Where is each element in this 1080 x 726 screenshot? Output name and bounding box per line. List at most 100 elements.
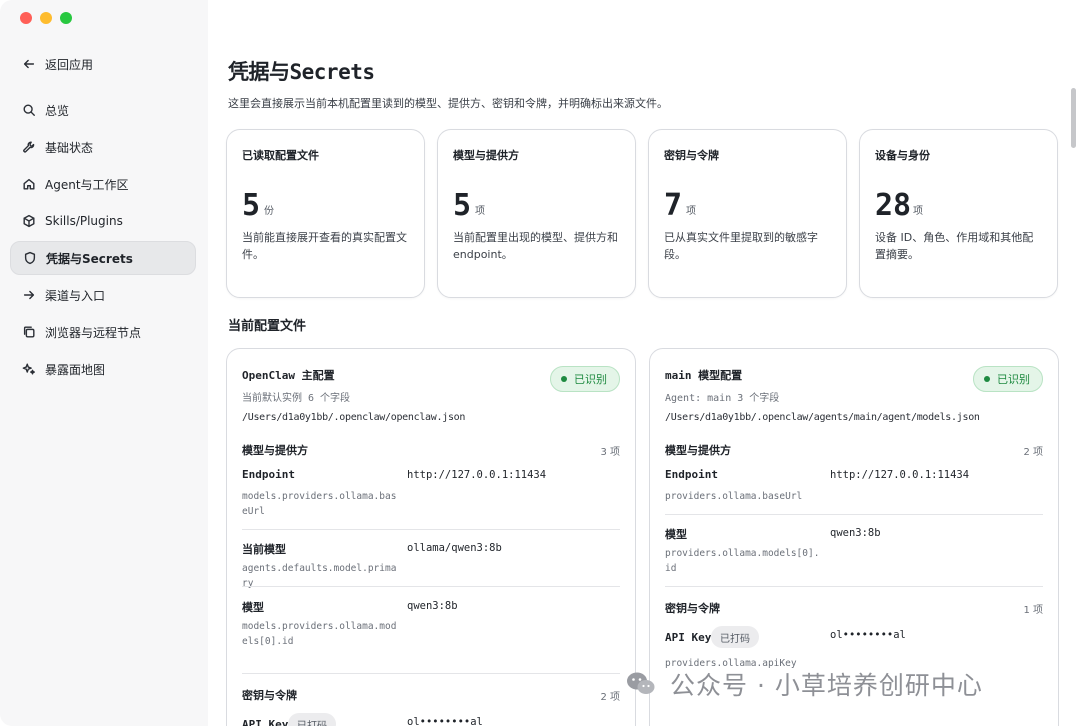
sidebar-item-label: Agent与工作区 [45, 177, 129, 192]
file-meta: Agent: main 3 个字段 [665, 393, 780, 404]
group-count: 2 项 [1023, 447, 1043, 458]
field-path: providers.ollama.baseUrl [665, 491, 803, 502]
copy-icon [22, 325, 36, 339]
divider [242, 586, 620, 587]
divider [242, 529, 620, 530]
status-badge: 已识别 [973, 366, 1043, 392]
sidebar-item-label: 浏览器与远程节点 [45, 325, 142, 340]
stat-unit: 项 [475, 206, 485, 217]
field-key: 当前模型 [242, 543, 286, 556]
page-title: 凭据与Secrets [228, 60, 375, 84]
group-title: 模型与提供方 [665, 444, 731, 457]
status-dot-icon [561, 376, 567, 382]
field-key: API Key [242, 718, 289, 726]
masked-tag: 已打码 [288, 713, 336, 726]
stat-description: 当前能直接展开查看的真实配置文件。 [242, 231, 407, 261]
stat-card-models-providers[interactable]: 模型与提供方 5 项 当前配置里出现的模型、提供方和 endpoint。 [437, 129, 636, 298]
watermark-text: 公众号 · 小草培养创研中心 [670, 671, 983, 700]
stat-value: 5 [453, 188, 472, 223]
group-count: 2 项 [600, 692, 620, 703]
stat-description: 当前配置里出现的模型、提供方和 endpoint。 [453, 231, 618, 261]
home-icon [22, 177, 36, 191]
sidebar-item-exposure-map[interactable]: 暴露面地图 [10, 352, 196, 386]
group-count: 1 项 [1023, 605, 1043, 616]
field-key: Endpoint [242, 468, 295, 481]
minimize-window-button[interactable] [40, 12, 52, 24]
file-path: /Users/d1a0y1bb/.openclaw/agents/main/ag… [665, 412, 980, 423]
sidebar-item-credentials-secrets[interactable]: 凭据与Secrets [10, 241, 196, 275]
file-name: OpenClaw 主配置 [242, 369, 335, 382]
field-key: Endpoint [665, 468, 718, 481]
divider [665, 586, 1043, 587]
section-title: 当前配置文件 [228, 319, 307, 334]
sidebar-item-channels[interactable]: 渠道与入口 [10, 278, 196, 312]
field-value: qwen3:8b [830, 527, 881, 539]
stat-card-config-files[interactable]: 已读取配置文件 5 份 当前能直接展开查看的真实配置文件。 [226, 129, 425, 298]
scrollbar[interactable] [1071, 88, 1076, 148]
package-icon [22, 214, 36, 228]
sidebar-item-basic-status[interactable]: 基础状态 [10, 130, 196, 164]
field-value: http://127.0.0.1:11434 [830, 469, 970, 481]
stat-card-keys-tokens[interactable]: 密钥与令牌 7 项 已从真实文件里提取到的敏感字段。 [648, 129, 847, 298]
sidebar-item-label: 暴露面地图 [45, 362, 106, 377]
sidebar-item-skills-plugins[interactable]: Skills/Plugins [10, 204, 196, 238]
group-title: 密钥与令牌 [242, 689, 297, 702]
stat-value: 28 [875, 188, 912, 223]
field-value: ol••••••••al [407, 716, 483, 726]
stat-value: 7 [664, 188, 683, 223]
page-description: 这里会直接展示当前本机配置里读到的模型、提供方、密钥和令牌，并明确标出来源文件。 [228, 97, 668, 110]
stat-unit: 项 [686, 206, 696, 217]
close-window-button[interactable] [20, 12, 32, 24]
sidebar-item-overview[interactable]: 总览 [10, 93, 196, 127]
field-path: models.providers.ollama.baseUrl [242, 491, 397, 517]
divider [242, 673, 620, 674]
field-path: models.providers.ollama.models[0].id [242, 621, 397, 647]
field-path: providers.ollama.models[0].id [665, 548, 820, 574]
app-window: 返回应用 总览 基础状态 Agent与工作区 Skills/Plugins 凭据… [0, 0, 1080, 726]
arrow-left-icon [22, 57, 36, 71]
field-value: ollama/qwen3:8b [407, 542, 502, 554]
group-title: 模型与提供方 [242, 444, 308, 457]
sidebar-item-label: 渠道与入口 [45, 288, 106, 303]
stat-label: 已读取配置文件 [242, 149, 319, 162]
badge-label: 已识别 [574, 373, 607, 386]
main-content: 凭据与Secrets 这里会直接展示当前本机配置里读到的模型、提供方、密钥和令牌… [208, 0, 1080, 726]
field-key: 模型 [242, 601, 264, 614]
field-value: ol••••••••al [830, 629, 906, 641]
window-controls [20, 12, 72, 24]
stat-description: 设备 ID、角色、作用域和其他配置摘要。 [875, 231, 1034, 261]
stat-label: 设备与身份 [875, 149, 930, 162]
status-dot-icon [984, 376, 990, 382]
config-file-card[interactable]: OpenClaw 主配置 当前默认实例 6 个字段 /Users/d1a0y1b… [226, 348, 636, 726]
stat-unit: 项 [913, 206, 923, 217]
arrow-right-icon [22, 288, 36, 302]
sidebar-item-agent-workspace[interactable]: Agent与工作区 [10, 167, 196, 201]
masked-tag: 已打码 [711, 626, 759, 648]
badge-label: 已识别 [997, 373, 1030, 386]
sparkles-icon [22, 362, 36, 376]
chat-bubble-icon [627, 672, 655, 694]
stat-card-devices-identity[interactable]: 设备与身份 28 项 设备 ID、角色、作用域和其他配置摘要。 [859, 129, 1058, 298]
field-key: 模型 [665, 528, 687, 541]
divider [665, 514, 1043, 515]
status-badge: 已识别 [550, 366, 620, 392]
sidebar-item-browser-nodes[interactable]: 浏览器与远程节点 [10, 315, 196, 349]
group-title: 密钥与令牌 [665, 602, 720, 615]
back-to-app-button[interactable]: 返回应用 [10, 47, 196, 81]
sidebar-item-label: 基础状态 [45, 140, 94, 155]
stat-label: 模型与提供方 [453, 149, 519, 162]
file-meta: 当前默认实例 6 个字段 [242, 393, 351, 404]
back-label: 返回应用 [45, 57, 94, 72]
field-key: API Key [665, 631, 712, 644]
watermark: 公众号 · 小草培养创研中心 [626, 666, 983, 702]
wrench-icon [22, 140, 36, 154]
zoom-window-button[interactable] [60, 12, 72, 24]
group-count: 3 项 [600, 447, 620, 458]
stat-unit: 份 [264, 206, 274, 217]
sidebar-item-label: 凭据与Secrets [46, 251, 133, 266]
search-icon [22, 103, 36, 117]
sidebar-item-label: Skills/Plugins [45, 214, 123, 228]
sidebar: 返回应用 总览 基础状态 Agent与工作区 Skills/Plugins 凭据… [0, 0, 208, 726]
file-path: /Users/d1a0y1bb/.openclaw/openclaw.json [242, 412, 466, 423]
field-value: qwen3:8b [407, 600, 458, 612]
